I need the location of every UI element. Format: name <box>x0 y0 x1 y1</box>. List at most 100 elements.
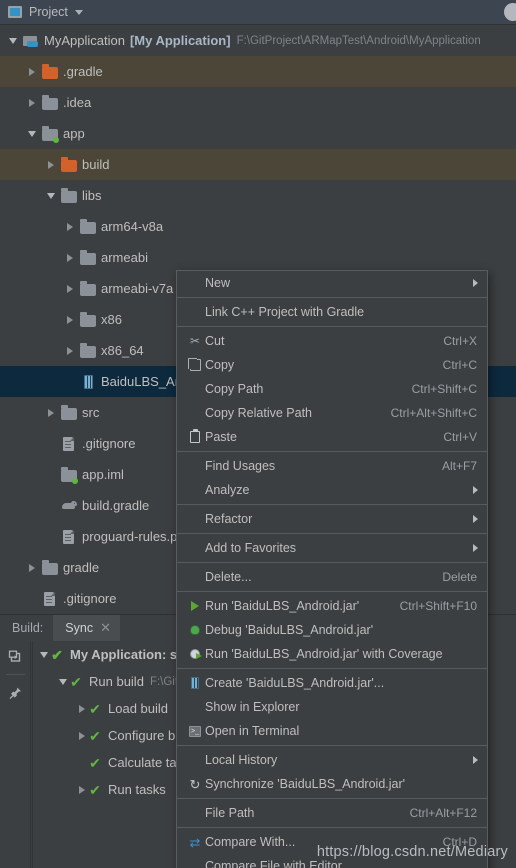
compare-icon: ⇄ <box>189 834 201 850</box>
expand-arrow-closed-icon[interactable] <box>25 68 38 76</box>
toolbar-circle-icon[interactable] <box>504 3 516 21</box>
expand-arrow-open-icon[interactable] <box>6 38 19 44</box>
menu-item[interactable]: Debug 'BaiduLBS_Android.jar' <box>177 618 487 642</box>
folder-excluded-icon <box>61 156 77 173</box>
folder-icon <box>42 559 58 576</box>
menu-item[interactable]: Add to Favorites <box>177 536 487 560</box>
expand-arrow-closed-icon[interactable] <box>63 285 76 293</box>
expand-arrow-open-icon[interactable] <box>37 652 50 658</box>
menu-item-label: Paste <box>205 430 237 444</box>
close-icon[interactable]: ✕ <box>100 620 111 636</box>
success-check-icon: ✔ <box>89 727 101 744</box>
expand-arrow-closed-icon[interactable] <box>25 99 38 107</box>
tree-row[interactable]: build <box>0 149 516 180</box>
menu-item-label: Copy Path <box>205 382 264 396</box>
menu-item[interactable]: Copy Relative Path Ctrl+Alt+Shift+C <box>177 401 487 425</box>
tree-row-label: proguard-rules.p <box>82 529 178 544</box>
tree-row-label: .gradle <box>63 64 103 79</box>
text-file-icon <box>61 436 77 452</box>
expand-arrow-closed-icon[interactable] <box>75 732 88 740</box>
build-row-label: Run build <box>89 674 144 689</box>
tree-row[interactable]: app <box>0 118 516 149</box>
menu-item[interactable]: Show in Explorer <box>177 695 487 719</box>
chevron-down-icon[interactable] <box>74 9 83 15</box>
folder-icon <box>61 187 77 204</box>
menu-item-label: Show in Explorer <box>205 700 300 714</box>
watermark-url: https://blog.csdn.net/Mediary <box>316 844 508 860</box>
tree-row[interactable]: .gradle <box>0 56 516 87</box>
tree-row[interactable]: armeabi <box>0 242 516 273</box>
menu-item-shortcut: Ctrl+C <box>442 358 477 372</box>
menu-item[interactable]: Paste Ctrl+V <box>177 425 487 449</box>
menu-item[interactable]: Copy Ctrl+C <box>177 353 487 377</box>
menu-item[interactable]: Create 'BaiduLBS_Android.jar'... <box>177 671 487 695</box>
menu-item-shortcut: Alt+F7 <box>441 459 477 473</box>
menu-item[interactable]: Link C++ Project with Gradle <box>177 300 487 324</box>
menu-item[interactable]: Find Usages Alt+F7 <box>177 454 487 478</box>
expand-arrow-closed-icon[interactable] <box>25 564 38 572</box>
tree-row[interactable]: MyApplication [My Application] F:\GitProje… <box>0 25 516 56</box>
menu-item[interactable]: Run 'BaiduLBS_Android.jar' with Coverage <box>177 642 487 666</box>
expand-arrow-open-icon[interactable] <box>25 131 38 137</box>
tree-row-label: app <box>63 126 85 141</box>
context-menu[interactable]: New Link C++ Project with Gradle ✂ Cut Ctrl+… <box>176 270 488 868</box>
tab-sync[interactable]: Sync ✕ <box>53 615 120 641</box>
menu-item[interactable]: Copy Path Ctrl+Shift+C <box>177 377 487 401</box>
folder-icon <box>80 311 96 328</box>
menu-item[interactable]: Local History <box>177 748 487 772</box>
menu-item[interactable]: ✂ Cut Ctrl+X <box>177 329 487 353</box>
menu-item-shortcut: Ctrl+V <box>443 430 477 444</box>
expand-arrow-closed-icon[interactable] <box>63 316 76 324</box>
menu-item-label: Add to Favorites <box>205 541 297 555</box>
project-toolwindow-header[interactable]: Project <box>0 0 516 25</box>
menu-item[interactable]: Analyze <box>177 478 487 502</box>
tree-row-label: libs <box>82 188 102 203</box>
menu-item-label: Cut <box>205 334 225 348</box>
module-file-icon <box>61 466 78 484</box>
expand-arrow-open-icon[interactable] <box>44 193 57 199</box>
tree-row[interactable]: .idea <box>0 87 516 118</box>
menu-item[interactable]: File Path Ctrl+Alt+F12 <box>177 801 487 825</box>
expand-arrow-open-icon[interactable] <box>56 679 69 685</box>
folder-excluded-icon <box>42 63 58 80</box>
expand-arrow-closed-icon[interactable] <box>75 705 88 713</box>
menu-item[interactable]: Run 'BaiduLBS_Android.jar' Ctrl+Shift+F10 <box>177 594 487 618</box>
menu-item-label: File Path <box>205 806 255 820</box>
success-check-icon: ✔ <box>89 781 101 798</box>
folder-icon <box>80 280 96 297</box>
expand-arrow-closed-icon[interactable] <box>44 409 57 417</box>
tree-row[interactable]: libs <box>0 180 516 211</box>
build-row-label: Load build <box>108 701 168 716</box>
tree-row[interactable]: arm64-v8a <box>0 211 516 242</box>
menu-separator <box>177 827 487 828</box>
submenu-arrow-icon <box>473 279 478 287</box>
menu-item-label: Copy <box>205 358 235 372</box>
menu-item-label: Compare File with Editor <box>205 859 342 868</box>
expand-arrow-closed-icon[interactable] <box>63 254 76 262</box>
expand-arrow-closed-icon[interactable] <box>44 161 57 169</box>
menu-separator <box>177 668 487 669</box>
gradle-file-icon <box>61 498 77 514</box>
restart-icon[interactable] <box>0 641 31 671</box>
pin-icon[interactable] <box>0 678 31 708</box>
menu-item[interactable]: >_ Open in Terminal <box>177 719 487 743</box>
toolbar-divider <box>5 674 25 675</box>
menu-separator <box>177 297 487 298</box>
submenu-arrow-icon <box>473 756 478 764</box>
expand-arrow-closed-icon[interactable] <box>75 786 88 794</box>
tree-row-label: MyApplication <box>44 33 125 48</box>
build-row-label: Configure b <box>108 728 176 743</box>
menu-item[interactable]: ↻ Synchronize 'BaiduLBS_Android.jar' <box>177 772 487 796</box>
submenu-arrow-icon <box>473 544 478 552</box>
success-check-icon: ✔ <box>89 754 101 771</box>
tree-row-label: gradle <box>63 560 100 575</box>
menu-item[interactable]: Delete... Delete <box>177 565 487 589</box>
menu-item[interactable]: New <box>177 271 487 295</box>
menu-item-label: Run 'BaiduLBS_Android.jar' <box>205 599 360 613</box>
menu-item[interactable]: Refactor <box>177 507 487 531</box>
menu-item-label: Link C++ Project with Gradle <box>205 305 365 319</box>
expand-arrow-closed-icon[interactable] <box>63 223 76 231</box>
expand-arrow-closed-icon[interactable] <box>63 347 76 355</box>
success-check-icon: ✔ <box>51 646 63 663</box>
menu-item-shortcut: Ctrl+Shift+C <box>411 382 477 396</box>
